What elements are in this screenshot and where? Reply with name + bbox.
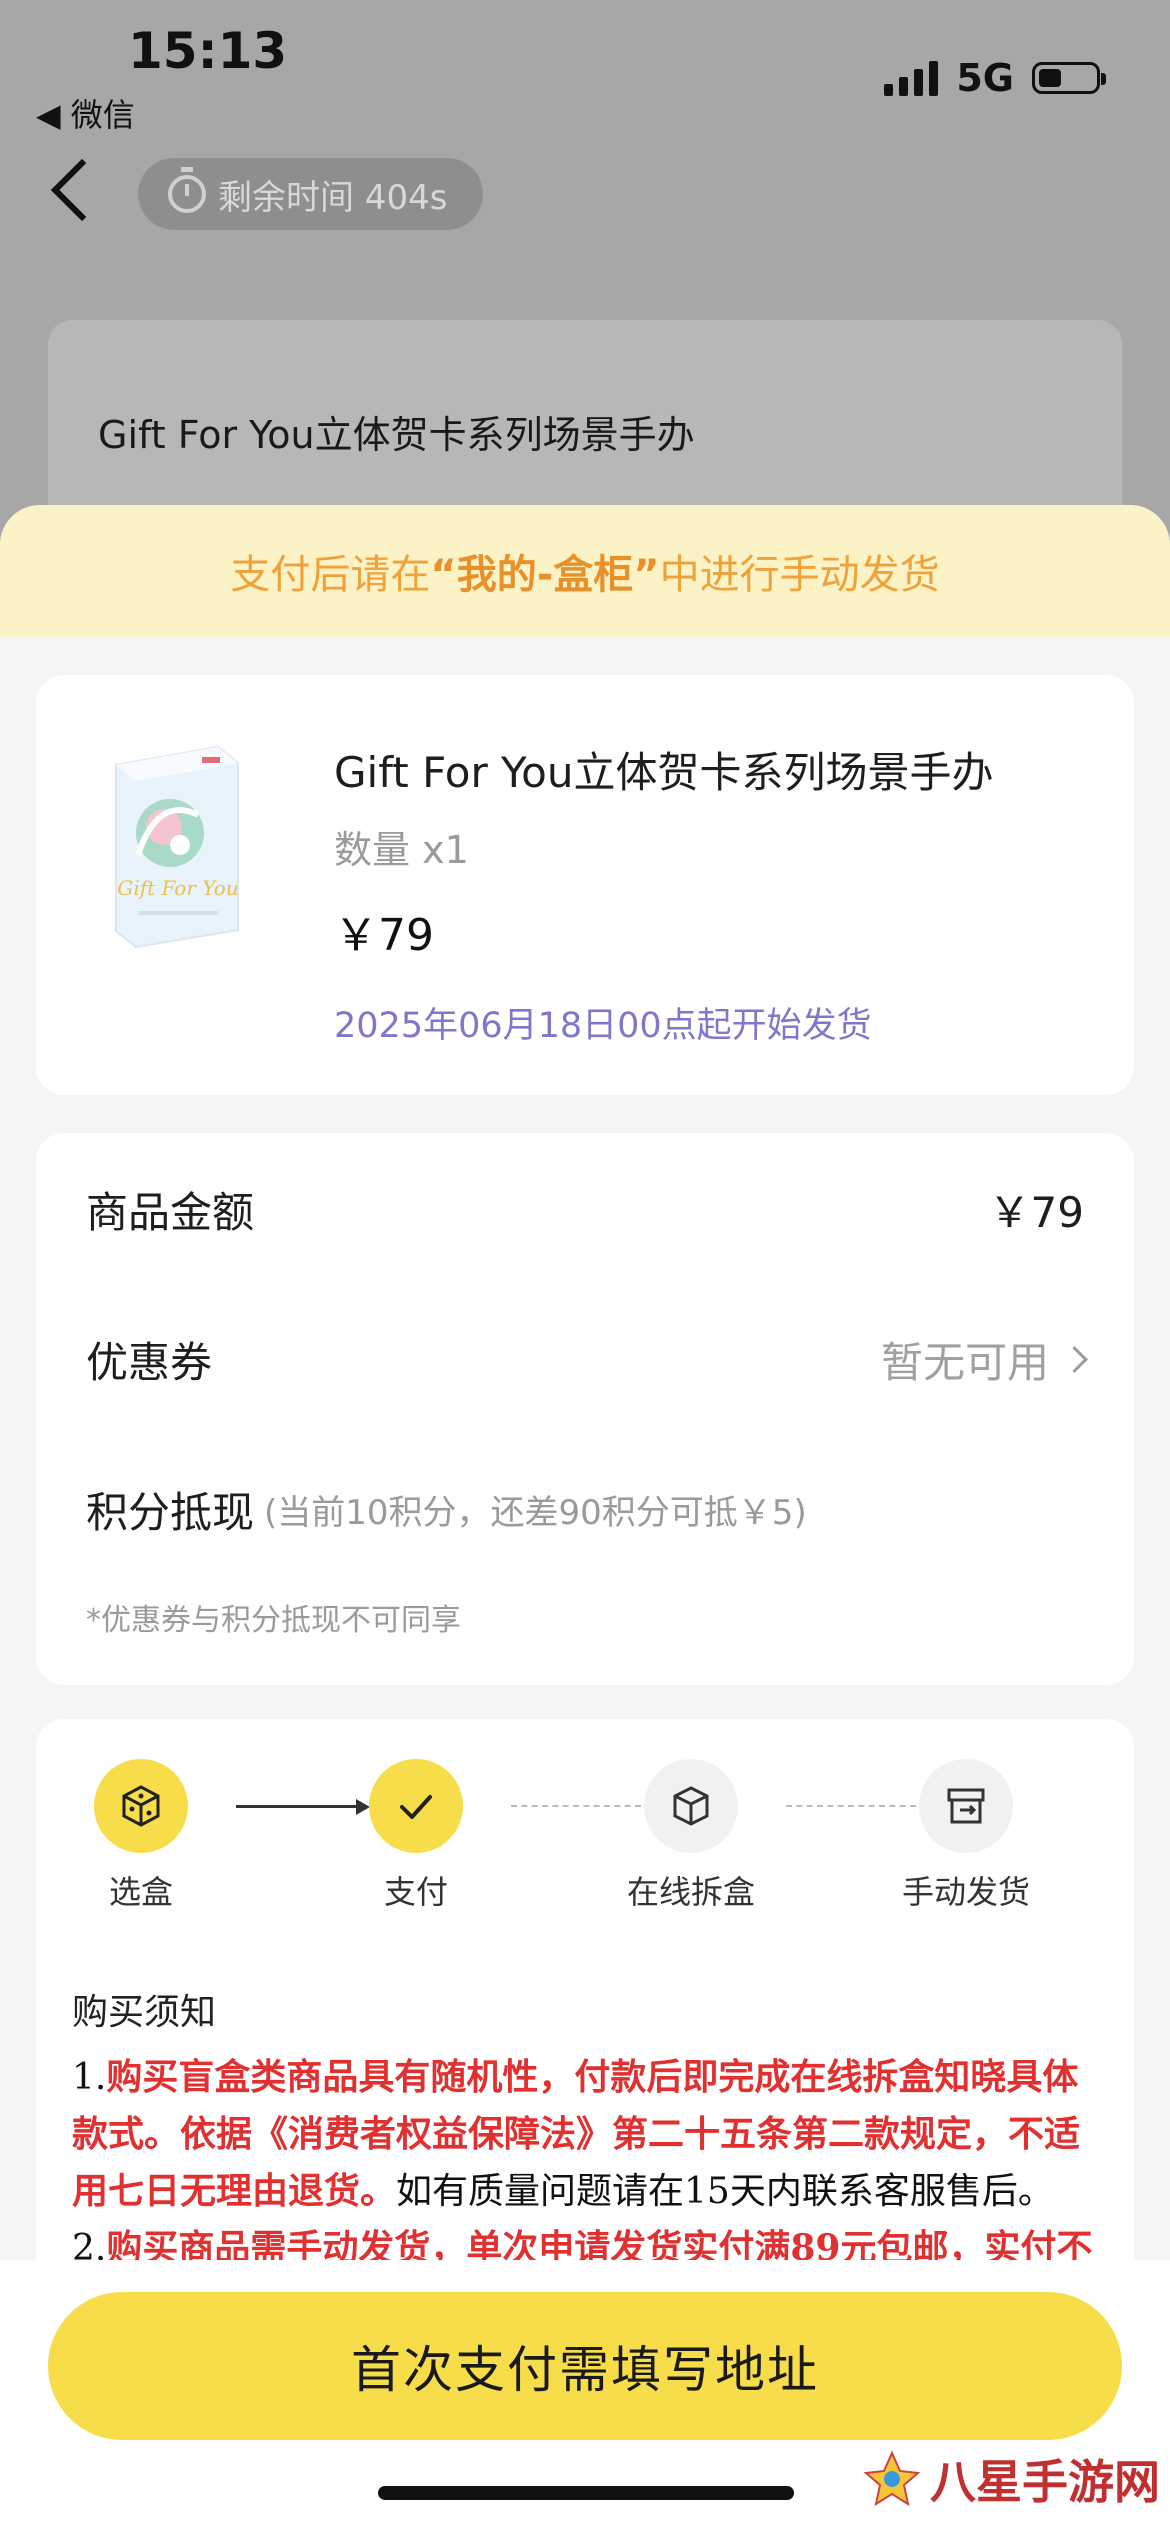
step-connector bbox=[236, 1799, 370, 1815]
notice-suffix: 中进行手动发货 bbox=[659, 552, 940, 598]
subtotal-label: 商品金额 bbox=[86, 1188, 255, 1237]
background-page: 15:13 ◀ 微信 5G 剩余时间 404s Gift For You立体贺卡… bbox=[0, 0, 1170, 580]
back-arrow-icon[interactable] bbox=[50, 158, 114, 222]
box-icon bbox=[673, 1786, 709, 1826]
notice-item-number: 1. bbox=[72, 2057, 107, 2098]
signal-icon bbox=[884, 60, 939, 96]
status-time: 15:13 bbox=[128, 22, 288, 80]
watermark-logo-icon bbox=[863, 2450, 921, 2507]
step-label: 支付 bbox=[383, 1873, 448, 1911]
shipping-notice-bar: 支付后请在 “我的-盒柜” 中进行手动发货 bbox=[0, 505, 1170, 637]
payment-sheet: 支付后请在 “我的-盒柜” 中进行手动发货 Gift For You Gift Fo… bbox=[0, 505, 1170, 2532]
site-watermark: 八星手游网 bbox=[862, 2446, 1160, 2512]
chevron-right-icon bbox=[1061, 1346, 1088, 1373]
watermark-text: 八星手游网 bbox=[930, 2455, 1160, 2509]
notice-item-text: 如有质量问题请在15天内联系客服售后。 bbox=[396, 2171, 1054, 2212]
step-select-box: 选盒 bbox=[76, 1759, 206, 1913]
step-open-box: 在线拆盒 bbox=[626, 1759, 756, 1913]
notice-highlight: “我的-盒柜” bbox=[430, 552, 660, 598]
coupon-value: 暂无可用 bbox=[880, 1338, 1049, 1387]
step-label: 手动发货 bbox=[901, 1873, 1030, 1911]
points-note: (当前10积分，还差90积分可抵￥5) bbox=[264, 1493, 807, 1533]
step-connector bbox=[511, 1805, 641, 1807]
product-image: Gift For You bbox=[115, 745, 239, 949]
points-label: 积分抵现 bbox=[86, 1488, 255, 1537]
pricing-card: 商品金额 ￥79 优惠券 暂无可用 积分抵现 (当前10积分，还差90积分可抵￥… bbox=[36, 1133, 1134, 1685]
purchase-steps: 选盒 支付 在线拆盒 手动发货 bbox=[76, 1759, 1094, 1919]
step-connector bbox=[786, 1805, 916, 1807]
coupon-label: 优惠券 bbox=[86, 1338, 213, 1387]
check-icon bbox=[400, 1795, 432, 1819]
points-row: 积分抵现 (当前10积分，还差90积分可抵￥5) bbox=[86, 1479, 1084, 1540]
dice-icon bbox=[122, 1785, 160, 1827]
step-manual-ship: 手动发货 bbox=[901, 1759, 1031, 1913]
background-product-title: Gift For You立体贺卡系列场景手办 bbox=[98, 413, 695, 457]
ship-date: 2025年06月18日00点起开始发货 bbox=[334, 1006, 872, 1046]
product-price: ￥79 bbox=[334, 910, 434, 961]
coupon-points-fine-print: *优惠券与积分抵现不可同享 bbox=[86, 1603, 461, 1638]
home-indicator[interactable] bbox=[378, 2486, 794, 2500]
back-to-wechat-link[interactable]: ◀ 微信 bbox=[36, 90, 135, 136]
product-quantity: 数量 x1 bbox=[334, 828, 469, 872]
shipping-box-icon bbox=[947, 1788, 985, 1824]
notice-prefix: 支付后请在 bbox=[230, 552, 431, 598]
countdown-timer: 剩余时间 404s bbox=[138, 158, 484, 230]
battery-icon bbox=[1032, 62, 1106, 94]
pay-button[interactable]: 首次支付需填写地址 bbox=[48, 2292, 1122, 2440]
product-title: Gift For You立体贺卡系列场景手办 bbox=[334, 748, 994, 797]
step-pay: 支付 bbox=[351, 1759, 481, 1913]
coupon-row[interactable]: 优惠券 暂无可用 bbox=[86, 1329, 1088, 1390]
status-indicators: 5G bbox=[884, 56, 1106, 100]
stopwatch-icon bbox=[168, 167, 206, 213]
step-label: 选盒 bbox=[108, 1873, 173, 1911]
timer-text: 剩余时间 404s bbox=[218, 177, 448, 218]
purchase-notice-title: 购买须知 bbox=[72, 1992, 217, 2033]
product-card: Gift For You Gift For You立体贺卡系列场景手办 数量 x… bbox=[36, 675, 1134, 1095]
subtotal-value: ￥79 bbox=[988, 1188, 1084, 1237]
subtotal-row: 商品金额 ￥79 bbox=[86, 1179, 1084, 1240]
svg-text:Gift For You: Gift For You bbox=[117, 876, 238, 900]
step-label: 在线拆盒 bbox=[626, 1873, 755, 1911]
network-type: 5G bbox=[956, 56, 1014, 100]
coupon-selector[interactable]: 暂无可用 bbox=[880, 1329, 1088, 1390]
